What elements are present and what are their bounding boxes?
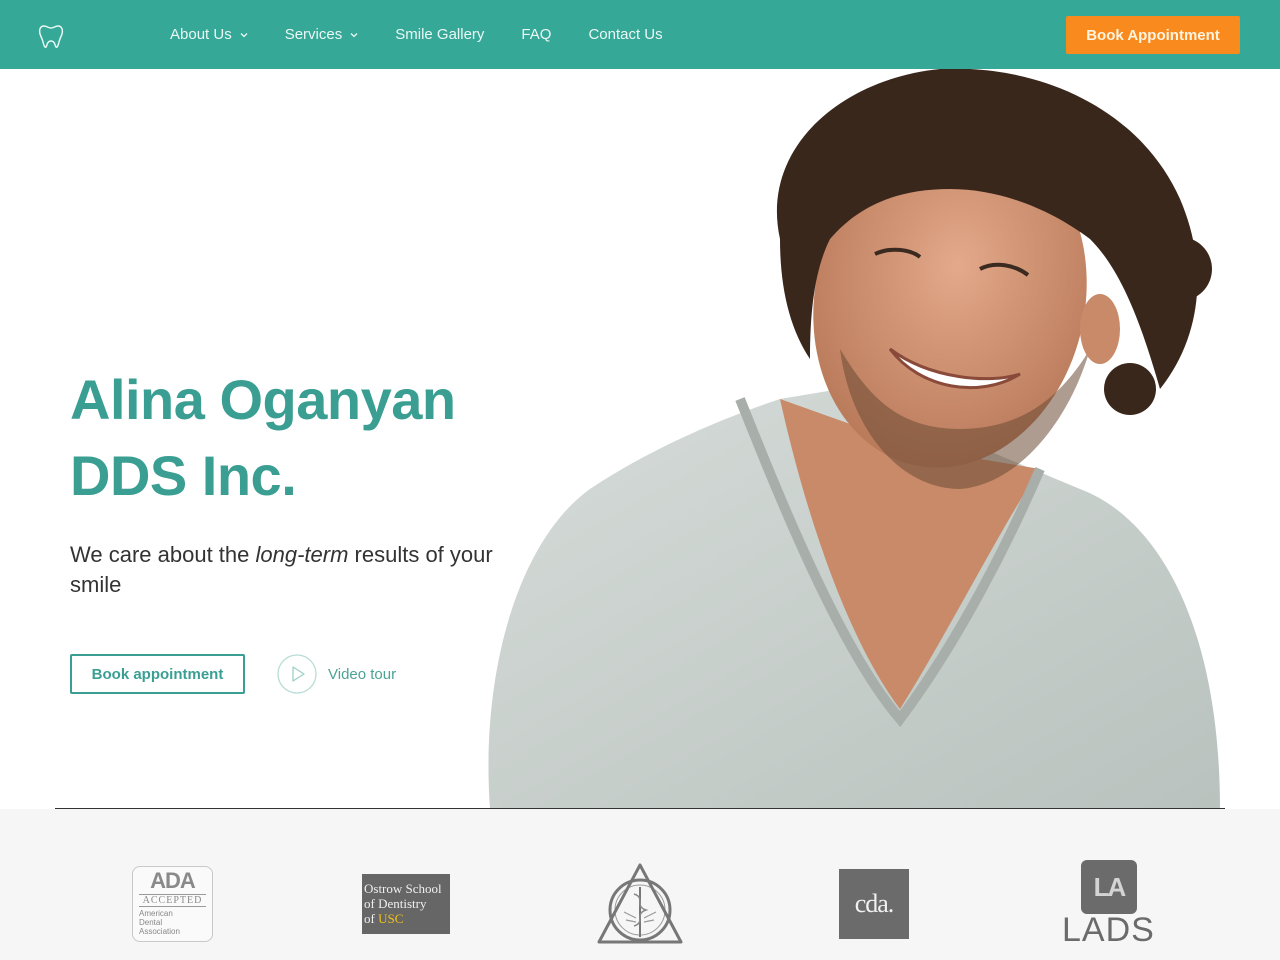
lads-emblem: LA <box>1081 860 1137 914</box>
lads-wordmark: LADS <box>1062 911 1155 949</box>
video-tour-link[interactable]: Video tour <box>277 654 396 694</box>
caduceus-triangle-emblem-icon <box>597 863 683 944</box>
lads-logo: LA LADS <box>1062 860 1154 948</box>
usc-line3-wrap: of USC <box>364 911 448 926</box>
book-appointment-button[interactable]: Book Appointment <box>1066 16 1240 54</box>
hero-title-line2: DDS Inc. <box>70 444 297 507</box>
nav-smile-gallery-label: Smile Gallery <box>395 26 485 43</box>
nav-faq-label: FAQ <box>521 26 552 43</box>
hero-book-appointment-button[interactable]: Book appointment <box>70 654 245 694</box>
chevron-down-icon <box>350 32 358 37</box>
cda-logo: cda. <box>839 869 909 939</box>
top-navbar: About Us Services Smile Gallery FAQ Cont… <box>0 0 1280 69</box>
nav-about-us[interactable]: About Us <box>170 26 248 43</box>
ada-line5: Association <box>139 927 180 936</box>
ada-wordmark: ADA <box>150 868 196 893</box>
nav-contact-us-label: Contact Us <box>588 26 663 43</box>
main-menu: About Us Services Smile Gallery FAQ Cont… <box>170 0 700 69</box>
usc-line2: of Dentistry <box>364 896 427 911</box>
lads-la-mark: LA <box>1093 871 1127 902</box>
nav-faq[interactable]: FAQ <box>521 26 551 43</box>
usc-highlight: USC <box>378 911 404 926</box>
hero-tagline: We care about the long-term results of y… <box>70 540 540 600</box>
ada-line4: Dental <box>139 918 163 927</box>
ada-line3: American <box>139 909 173 918</box>
hero-image <box>480 69 1240 809</box>
affiliations-strip: ADA ACCEPTED American Dental Association… <box>0 809 1280 960</box>
play-icon <box>277 654 317 694</box>
ada-accepted: ACCEPTED <box>139 894 206 907</box>
nav-services[interactable]: Services <box>285 26 359 43</box>
ada-logo: ADA ACCEPTED American Dental Association <box>132 866 213 942</box>
hero-title-line1: Alina Oganyan <box>70 368 456 431</box>
nav-services-label: Services <box>284 26 343 43</box>
usc-line3: of <box>364 911 379 926</box>
tagline-emphasis: long-term <box>255 542 349 567</box>
video-tour-label: Video tour <box>328 665 397 683</box>
nav-smile-gallery[interactable]: Smile Gallery <box>395 26 484 43</box>
tagline-before: We care about the <box>70 542 256 567</box>
nav-about-us-label: About Us <box>170 26 232 43</box>
nav-contact-us[interactable]: Contact Us <box>588 26 662 43</box>
usc-ostrow-logo: Ostrow School of Dentistry of USC <box>362 874 450 934</box>
hero-title: Alina Oganyan DDS Inc. <box>70 362 456 514</box>
tooth-icon[interactable] <box>37 22 65 50</box>
smiling-man-illustration <box>488 69 1220 809</box>
cda-wordmark: cda. <box>854 889 895 918</box>
usc-line1: Ostrow School <box>364 881 442 896</box>
chevron-down-icon <box>240 32 248 37</box>
